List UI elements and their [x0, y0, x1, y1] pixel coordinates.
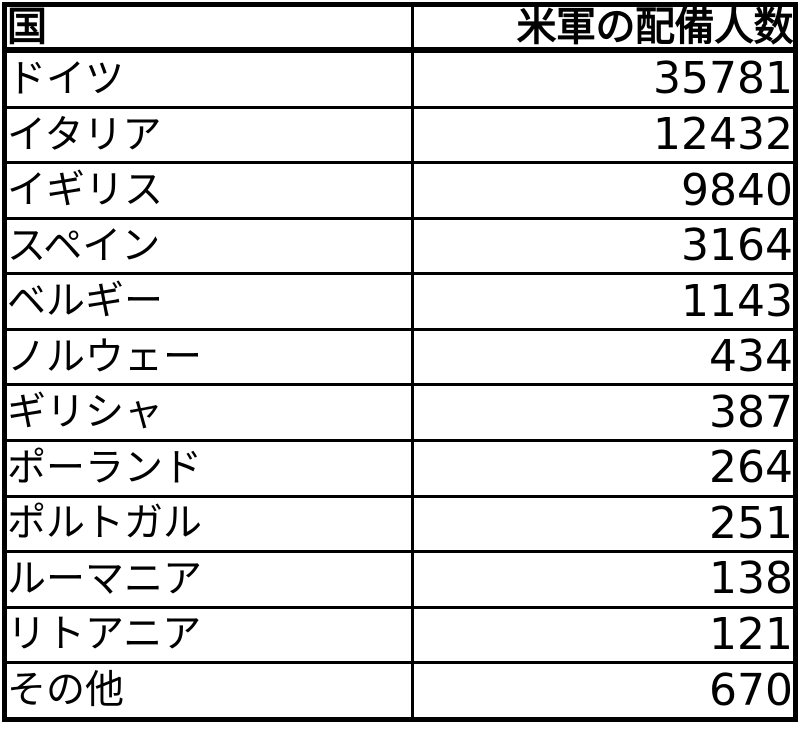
country-name: イギリス [7, 168, 164, 214]
row-value-cell: 3164 [412, 216, 796, 274]
table-row: ポルトガル 251 [4, 494, 796, 552]
table-container: 国 米軍の配備人数 ドイツ 35781 イタリア 12432 イギリス 9840… [2, 2, 798, 722]
row-value-cell: 251 [412, 494, 796, 552]
troop-count: 1143 [681, 275, 793, 327]
table-row: イタリア 12432 [4, 105, 796, 163]
row-value-cell: 264 [412, 439, 796, 497]
row-country-cell: イタリア [4, 105, 414, 163]
row-value-cell: 670 [412, 661, 796, 720]
country-name: ポーランド [7, 445, 203, 491]
table-header-row: 国 米軍の配備人数 [4, 4, 796, 53]
row-value-cell: 35781 [412, 50, 796, 108]
row-country-cell: リトアニア [4, 605, 414, 663]
troop-count: 434 [709, 331, 793, 383]
country-name: ルーマニア [7, 556, 203, 602]
troop-count: 12432 [653, 109, 793, 161]
table-row: ポーランド 264 [4, 439, 796, 497]
row-value-cell: 434 [412, 327, 796, 385]
row-country-cell: ポーランド [4, 439, 414, 497]
row-country-cell: ドイツ [4, 50, 414, 108]
row-value-cell: 387 [412, 383, 796, 441]
column-header-value: 米軍の配備人数 [412, 4, 796, 53]
troop-count: 35781 [653, 53, 793, 105]
country-name: ドイツ [7, 56, 125, 102]
country-name: イタリア [7, 112, 162, 158]
table-row: ノルウェー 434 [4, 327, 796, 385]
country-name: スペイン [7, 223, 161, 269]
table-header: 国 米軍の配備人数 [4, 4, 796, 53]
troop-count: 3164 [681, 220, 793, 272]
country-name: その他 [7, 668, 125, 714]
table-row: イギリス 9840 [4, 161, 796, 219]
us-troop-deployment-table: 国 米軍の配備人数 ドイツ 35781 イタリア 12432 イギリス 9840… [2, 2, 798, 722]
row-value-cell: 138 [412, 550, 796, 608]
table-row: ドイツ 35781 [4, 50, 796, 108]
column-header-value-label: 米軍の配備人数 [516, 4, 794, 50]
table-row: ベルギー 1143 [4, 272, 796, 330]
table-row: ルーマニア 138 [4, 550, 796, 608]
troop-count: 670 [709, 664, 793, 716]
country-name: ギリシャ [7, 390, 164, 436]
troop-count: 121 [709, 608, 793, 660]
row-country-cell: ルーマニア [4, 550, 414, 608]
table-row: ギリシャ 387 [4, 383, 796, 441]
table-row: スペイン 3164 [4, 216, 796, 274]
table-body: ドイツ 35781 イタリア 12432 イギリス 9840 スペイン 3164… [4, 50, 796, 720]
row-value-cell: 1143 [412, 272, 796, 330]
country-name: リトアニア [7, 612, 202, 658]
row-country-cell: ノルウェー [4, 327, 414, 385]
column-header-country: 国 [4, 4, 414, 53]
troop-count: 251 [709, 497, 793, 549]
row-country-cell: イギリス [4, 161, 414, 219]
row-country-cell: ギリシャ [4, 383, 414, 441]
row-country-cell: スペイン [4, 216, 414, 274]
troop-count: 9840 [681, 164, 793, 216]
row-country-cell: ベルギー [4, 272, 414, 330]
country-name: ポルトガル [7, 501, 203, 547]
row-value-cell: 9840 [412, 161, 796, 219]
table-row: その他 670 [4, 661, 796, 720]
troop-count: 138 [709, 553, 793, 605]
table-row: リトアニア 121 [4, 605, 796, 663]
row-country-cell: ポルトガル [4, 494, 414, 552]
row-value-cell: 121 [412, 605, 796, 663]
country-name: ノルウェー [7, 334, 203, 380]
troop-count: 264 [709, 442, 793, 494]
row-country-cell: その他 [4, 661, 414, 720]
column-header-country-label: 国 [7, 4, 47, 50]
country-name: ベルギー [7, 279, 164, 325]
troop-count: 387 [709, 386, 793, 438]
row-value-cell: 12432 [412, 105, 796, 163]
